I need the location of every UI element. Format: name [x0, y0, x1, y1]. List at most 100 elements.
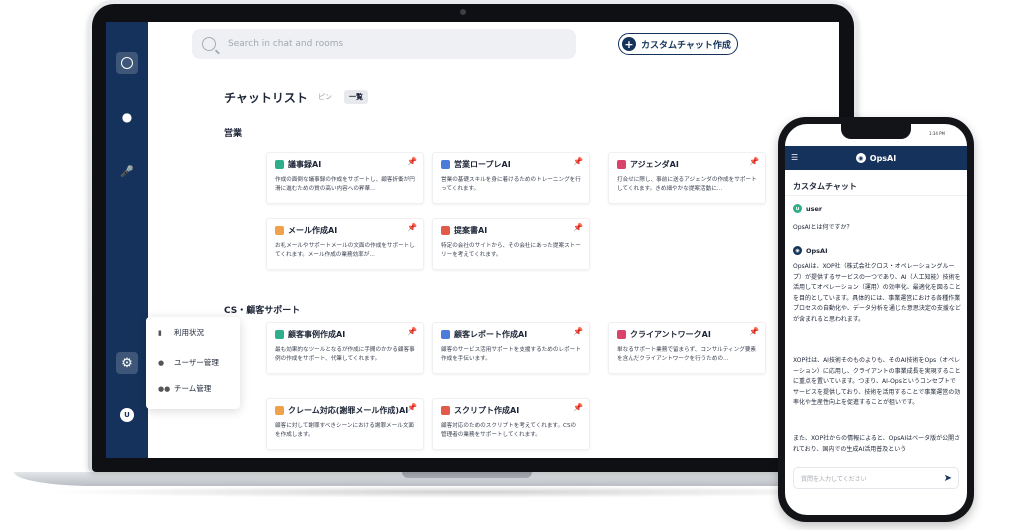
pin-icon[interactable]: 📌 [749, 327, 759, 336]
user-name: user [806, 204, 823, 213]
chat-icon: ● [121, 110, 133, 124]
chat-card-title: 営業ロープレAI [454, 160, 511, 169]
tab-pinned[interactable]: ピン [318, 92, 332, 102]
pin-icon[interactable]: 📌 [573, 157, 583, 166]
chat-card-icon [441, 160, 450, 169]
chat-card-description: 顧客のサービス活用サポートを支援するためのレポート作成を手伝います。 [441, 347, 581, 362]
pin-icon[interactable]: 📌 [407, 223, 417, 232]
settings-popup-menu: ▮ 利用状況 ● ユーザー管理 ●● チーム管理 [146, 317, 240, 409]
phone-header: ☰ ◉ OpsAI [785, 146, 967, 170]
menu-item-user-management[interactable]: ● ユーザー管理 [158, 357, 219, 368]
chat-card-description: 特定の会社のサイトから、その会社にあった提案ストーリーを考えてくれます。 [441, 243, 581, 258]
create-custom-chat-label: カスタムチャット作成 [641, 40, 731, 51]
pin-icon[interactable]: 📌 [573, 223, 583, 232]
chat-card-header: 提案書AI [441, 225, 581, 236]
chat-card[interactable]: クレーム対応(謝罪メール作成)AI 顧客に対して謝罪すべきシーンにおける謝罪メール… [266, 398, 424, 450]
chat-card[interactable]: アジェンダAI 打合せに際し、事前に送るアジェンダの作成をサポートしてくれます。き… [608, 152, 766, 204]
phone-frame: 1:34 PM ☰ ◉ OpsAI カスタムチャット u user OpsAIと… [778, 117, 974, 522]
user-message: OpsAIとは何ですか？ [793, 224, 853, 231]
chat-card-header: 顧客事例作成AI [275, 329, 415, 340]
bot-avatar-icon: ◉ [793, 246, 802, 255]
menu-item-team-management[interactable]: ●● チーム管理 [158, 383, 211, 394]
user-avatar-icon: u [793, 204, 802, 213]
menu-item-usage[interactable]: ▮ 利用状況 [158, 327, 204, 338]
chat-card-description: 単なるサポート業務で留まらず、コンサルティング要素を含んだクライアントワークを行… [617, 347, 757, 362]
bar-chart-icon: ▮ [158, 328, 162, 337]
chat-card-header: 営業ロープレAI [441, 159, 581, 170]
user-speaker: u user [793, 204, 822, 213]
sidebar-voice-button[interactable]: 🎤 [116, 160, 138, 182]
menu-item-label: ユーザー管理 [174, 358, 219, 367]
chat-card[interactable]: 提案書AI 特定の会社のサイトから、その会社にあった提案ストーリーを考えてくれます… [432, 218, 590, 270]
chat-card-icon [617, 160, 626, 169]
pin-icon[interactable]: 📌 [407, 403, 417, 412]
chat-card-header: 顧客レポート作成AI [441, 329, 581, 340]
chat-card[interactable]: クライアントワークAI 単なるサポート業務で留まらず、コンサルティング要素を含んだ… [608, 322, 766, 374]
sidebar-chat-button[interactable]: ● [116, 106, 138, 128]
section-title-cs: CS・顧客サポート [224, 306, 301, 316]
chat-card-icon [617, 330, 626, 339]
pin-icon[interactable]: 📌 [749, 157, 759, 166]
chat-card-description: 営業の基礎スキルを身に着けるためのトレーニングを行ってくれます。 [441, 177, 581, 192]
gear-icon: ⚙ [121, 355, 133, 371]
chat-card[interactable]: 顧客事例作成AI 最も効果的なツールとなるが作成に手間のかかる顧客事例の作成をサポ… [266, 322, 424, 374]
user-icon: ● [158, 358, 165, 367]
pin-icon[interactable]: 📌 [573, 327, 583, 336]
message-input[interactable]: 質問を入力してください ➤ [793, 467, 959, 489]
menu-item-label: 利用状況 [174, 328, 204, 337]
chat-card-title: クライアントワークAI [630, 330, 711, 339]
message-input-placeholder: 質問を入力してください [801, 475, 867, 483]
chat-card-description: お礼メールやサポートメールの文面の作成をサポートしてくれます。メール作成の業務効… [275, 243, 415, 258]
chat-card[interactable]: 議事録AI 作成の面倒な議事録の作成をサポートし、顧客折衝が円滑に進むための質の高… [266, 152, 424, 204]
sidebar-home-button[interactable] [116, 52, 138, 74]
chat-card[interactable]: 顧客レポート作成AI 顧客のサービス活用サポートを支援するためのレポート作成を手伝… [432, 322, 590, 374]
chat-card-icon [441, 406, 450, 415]
search-input[interactable]: Search in chat and rooms [192, 29, 576, 59]
divider [785, 195, 967, 196]
status-time: 1:34 PM [928, 131, 945, 136]
bot-speaker: ◉ OpsAI [793, 246, 828, 255]
logo-icon: ◉ [855, 153, 866, 163]
chat-card-icon [275, 226, 284, 235]
pin-icon[interactable]: 📌 [407, 327, 417, 336]
hamburger-menu-icon[interactable]: ☰ [791, 153, 798, 162]
user-avatar-button[interactable]: U [116, 404, 138, 426]
chat-card-header: スクリプト作成AI [441, 405, 581, 416]
chat-card-title: 顧客事例作成AI [288, 330, 346, 339]
chat-card-title: 提案書AI [454, 226, 488, 235]
chat-card-description: 最も効果的なツールとなるが作成に手間のかかる顧客事例の作成をサポート、代筆してく… [275, 347, 415, 362]
chat-card-title: 顧客レポート作成AI [454, 330, 528, 339]
chat-card[interactable]: 営業ロープレAI 営業の基礎スキルを身に着けるためのトレーニングを行ってくれます。… [432, 152, 590, 204]
home-icon [121, 57, 133, 69]
tab-all[interactable]: 一覧 [344, 90, 368, 104]
chat-title: カスタムチャット [793, 182, 857, 191]
microphone-icon: 🎤 [120, 164, 134, 178]
chat-card-header: アジェンダAI [617, 159, 757, 170]
chat-card-title: 議事録AI [288, 160, 322, 169]
chat-card-title: アジェンダAI [630, 160, 679, 169]
section-title-sales: 営業 [224, 129, 243, 139]
chat-card-icon [275, 330, 284, 339]
chat-card[interactable]: メール作成AI お礼メールやサポートメールの文面の作成をサポートしてくれます。メー… [266, 218, 424, 270]
laptop-camera [460, 9, 466, 15]
sidebar-settings-button[interactable]: ⚙ [116, 352, 138, 374]
chat-card[interactable]: スクリプト作成AI 顧客対応のためのスクリプトを考えてくれます。CSの管理者の業務… [432, 398, 590, 450]
laptop-shadow [40, 486, 890, 498]
search-icon [202, 37, 216, 51]
chat-card-icon [441, 226, 450, 235]
chat-card-title: スクリプト作成AI [454, 406, 520, 415]
chat-card-description: 作成の面倒な議事録の作成をサポートし、顧客折衝が円滑に進むための質の高い内容への… [275, 177, 415, 192]
chat-card-description: 打合せに際し、事前に送るアジェンダの作成をサポートしてくれます。きめ細やかな提案… [617, 177, 757, 192]
chat-card-icon [275, 160, 284, 169]
page-title: チャットリスト [224, 91, 308, 105]
chat-card-header: クレーム対応(謝罪メール作成)AI [275, 405, 415, 416]
chat-card-icon [441, 330, 450, 339]
laptop-notch [402, 472, 532, 478]
pin-icon[interactable]: 📌 [573, 403, 583, 412]
create-custom-chat-button[interactable]: + カスタムチャット作成 [618, 33, 738, 55]
chat-card-title: クレーム対応(謝罪メール作成)AI [288, 406, 409, 415]
chat-card-header: 議事録AI [275, 159, 415, 170]
pin-icon[interactable]: 📌 [407, 157, 417, 166]
plus-icon: + [622, 37, 636, 51]
send-icon[interactable]: ➤ [944, 473, 952, 484]
